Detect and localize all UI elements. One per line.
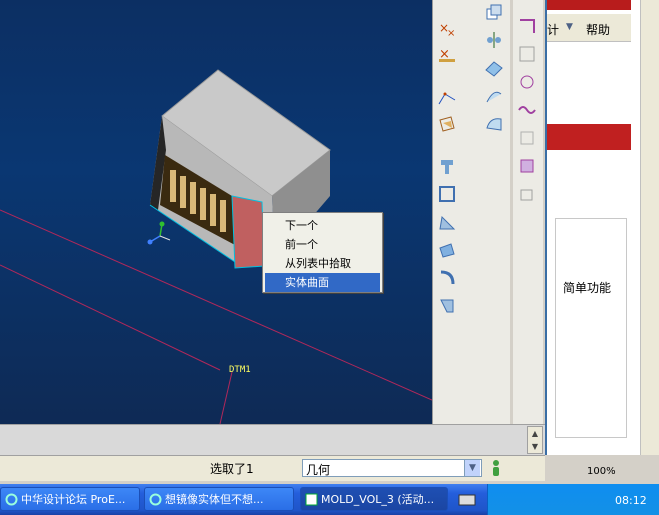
datum-line bbox=[0, 264, 221, 371]
chamfer-icon[interactable] bbox=[437, 296, 457, 316]
coordinate-system-icon bbox=[147, 221, 171, 245]
scroll-up-icon[interactable]: ▲ bbox=[528, 427, 542, 440]
browser-red-band bbox=[547, 124, 631, 150]
extend-icon[interactable] bbox=[517, 44, 537, 64]
menu-item-pick-from-list[interactable]: 从列表中拾取 bbox=[265, 254, 380, 273]
simple-function-label[interactable]: 简单功能 bbox=[563, 279, 611, 296]
ie-icon bbox=[149, 493, 162, 506]
sketch-point-icon[interactable]: × bbox=[437, 44, 457, 64]
menu-item-next[interactable]: 下一个 bbox=[265, 216, 380, 235]
blend-icon[interactable] bbox=[484, 86, 504, 106]
regen-status-icon bbox=[493, 460, 499, 476]
shell-icon[interactable] bbox=[437, 184, 457, 204]
feature-toolbar-3 bbox=[513, 0, 543, 424]
menu-item-help[interactable]: 帮助 bbox=[586, 21, 610, 38]
merge-icon[interactable] bbox=[517, 184, 537, 204]
message-area bbox=[0, 424, 545, 455]
browser-content-box bbox=[555, 218, 627, 438]
trim-icon[interactable] bbox=[517, 16, 537, 36]
solidify-icon[interactable] bbox=[517, 156, 537, 176]
surface-icon[interactable] bbox=[484, 114, 504, 134]
proe-icon bbox=[305, 493, 318, 506]
project-icon[interactable] bbox=[517, 100, 537, 120]
ie-icon bbox=[5, 493, 18, 506]
datum-plane-icon[interactable] bbox=[437, 114, 457, 134]
keyboard-icon[interactable] bbox=[458, 492, 476, 508]
taskbar-button-mirror-thread[interactable]: 想镜像实体但不想... bbox=[144, 487, 294, 511]
thicken-icon[interactable] bbox=[517, 128, 537, 148]
datum-line bbox=[219, 371, 233, 424]
scroll-down-icon[interactable]: ▼ bbox=[528, 440, 542, 453]
taskbar-button-forum[interactable]: 中华设计论坛 ProE... bbox=[0, 487, 140, 511]
browser-vertical-scrollbar[interactable] bbox=[640, 0, 659, 455]
context-menu[interactable]: 下一个 前一个 从列表中拾取 实体曲面 bbox=[262, 212, 383, 293]
svg-text:×: × bbox=[447, 28, 455, 38]
menu-item-partial[interactable]: 计 bbox=[547, 21, 559, 38]
copy-icon[interactable] bbox=[484, 2, 504, 22]
datum-point-icon[interactable]: ×× bbox=[437, 18, 457, 38]
taskbar-button-label: MOLD_VOL_3 (活动... bbox=[321, 493, 435, 506]
round-icon[interactable] bbox=[437, 268, 457, 288]
feature-toolbar-2 bbox=[480, 0, 510, 424]
rib-icon[interactable] bbox=[437, 212, 457, 232]
datum-curve-icon[interactable] bbox=[437, 88, 457, 108]
chevron-down-icon[interactable]: ▼ bbox=[464, 460, 480, 476]
selection-filter-value: 几何 bbox=[306, 463, 331, 477]
menu-item-solid-surface[interactable]: 实体曲面 bbox=[265, 273, 380, 292]
toolbar-separator bbox=[460, 0, 480, 424]
selection-count: 选取了1 bbox=[210, 462, 254, 476]
sweep-icon[interactable] bbox=[484, 58, 504, 78]
browser-header-band bbox=[547, 0, 631, 10]
message-scrollbar[interactable]: ▲ ▼ bbox=[527, 426, 543, 454]
zoom-level: 100% bbox=[587, 466, 616, 477]
extrude-icon[interactable] bbox=[437, 156, 457, 176]
draft-icon[interactable] bbox=[437, 240, 457, 260]
taskbar-button-label: 中华设计论坛 ProE... bbox=[21, 493, 126, 506]
feature-toolbar-1: × × × bbox=[432, 0, 460, 424]
menu-item-previous[interactable]: 前一个 bbox=[265, 235, 380, 254]
taskbar-button-proe[interactable]: MOLD_VOL_3 (活动... bbox=[300, 487, 448, 511]
clock[interactable]: 08:12 bbox=[615, 494, 647, 507]
taskbar-button-label: 想镜像实体但不想... bbox=[165, 493, 264, 506]
offset-icon[interactable] bbox=[517, 72, 537, 92]
selected-surface[interactable] bbox=[231, 195, 265, 269]
mirror-icon[interactable] bbox=[484, 30, 504, 50]
chevron-down-icon[interactable]: ▼ bbox=[566, 22, 573, 32]
datum-label: DTM1 bbox=[229, 365, 251, 375]
